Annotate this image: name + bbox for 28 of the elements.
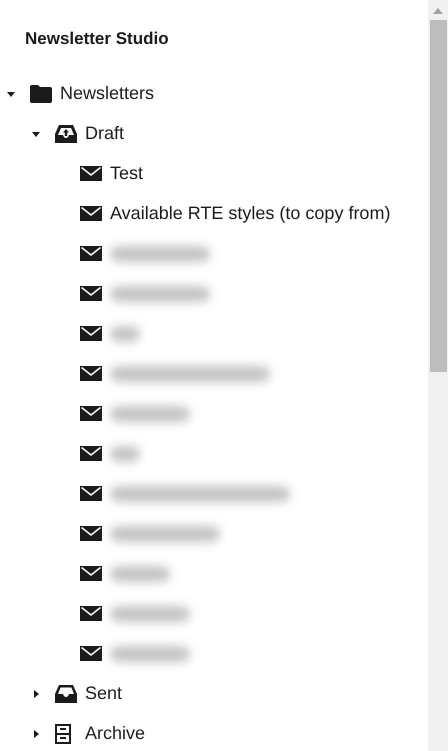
tree-item[interactable]: Available RTE styles (to copy from) (110, 200, 390, 227)
envelope-icon (80, 166, 102, 181)
envelope-icon (80, 606, 102, 621)
tree-item[interactable]: Newsletters (60, 80, 154, 107)
scrollbar[interactable] (428, 0, 448, 751)
envelope-icon (80, 246, 102, 261)
envelope-icon (80, 406, 102, 421)
envelope-icon (80, 646, 102, 661)
envelope-icon (80, 286, 102, 301)
panel-title: Newsletter Studio (24, 28, 170, 50)
envelope-icon (80, 486, 102, 501)
envelope-icon (80, 526, 102, 541)
tree-item[interactable]: Test (110, 160, 144, 187)
cabinet-icon (55, 724, 71, 744)
folder-icon (30, 84, 52, 102)
tray-icon (55, 684, 77, 702)
envelope-icon (80, 566, 102, 581)
expand-arrow[interactable] (31, 728, 41, 738)
inbox-upload-icon (55, 124, 77, 144)
envelope-icon (80, 446, 102, 461)
tree-item[interactable]: Archive (85, 720, 146, 747)
scroll-thumb[interactable] (430, 20, 446, 372)
envelope-icon (80, 366, 102, 381)
tree-item[interactable]: Sent (85, 680, 122, 707)
expand-arrow[interactable] (31, 688, 41, 698)
tree-item[interactable]: Draft (85, 120, 124, 147)
envelope-icon (80, 326, 102, 341)
envelope-icon (80, 206, 102, 221)
